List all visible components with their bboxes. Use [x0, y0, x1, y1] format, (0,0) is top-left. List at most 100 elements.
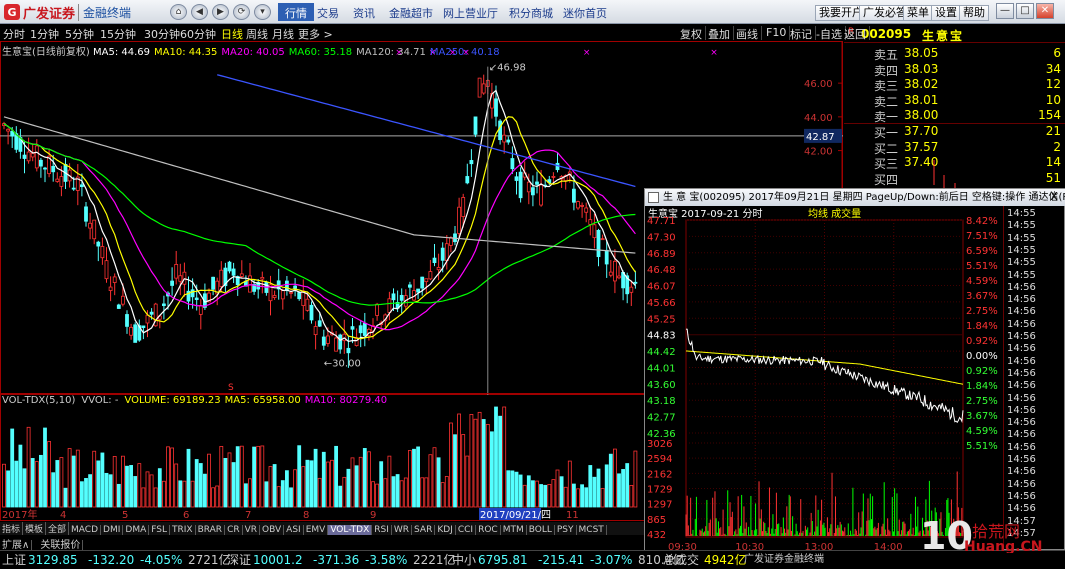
index-tab-19[interactable]: CCI	[456, 525, 477, 535]
index-tab-16[interactable]: WR	[392, 525, 413, 535]
nav-5[interactable]: 积分商城	[502, 3, 560, 21]
intraday-chart[interactable]: 生意宝 2017-09-21 分时 均线 成交量47.7147.3046.8946…	[645, 206, 1003, 551]
vol-bar-151	[621, 469, 625, 508]
tool-2[interactable]: 画线	[733, 26, 762, 41]
trade-time-8: 14:56	[1007, 306, 1036, 318]
index-tab-7[interactable]: TRIX	[170, 525, 196, 535]
total-value: 4942亿	[704, 553, 747, 567]
kline-title: 生意宝(日线前复权)	[2, 47, 93, 58]
vol-bar-144	[592, 476, 597, 508]
index-tab-17[interactable]: SAR	[412, 525, 436, 535]
tool-0[interactable]: 复权	[677, 26, 706, 41]
vol-bar-116	[477, 411, 482, 508]
price-tick-7: 44.83	[647, 331, 676, 342]
vol-bar-123	[506, 470, 511, 508]
index-tab-3[interactable]: MACD	[69, 525, 102, 535]
candle-body-115	[473, 116, 478, 135]
home-icon[interactable]: ⌂	[170, 4, 187, 20]
index-tab-9[interactable]: CR	[225, 525, 243, 535]
period-7[interactable]: 周线	[246, 26, 268, 42]
candle-body-1	[6, 128, 10, 132]
nav-1[interactable]: 交易	[310, 3, 346, 21]
nav-6[interactable]: 迷你首页	[556, 3, 614, 21]
index-tab-11[interactable]: OBV	[260, 525, 285, 535]
period-1[interactable]: 1分钟	[30, 26, 59, 42]
index-tab-23[interactable]: PSY	[555, 525, 577, 535]
index-tab-6[interactable]: FSL	[149, 525, 170, 535]
index-tab-13[interactable]: EMV	[304, 525, 329, 535]
index-tab-0[interactable]: 指标	[0, 522, 24, 535]
index-tab-21[interactable]: MTM	[501, 525, 527, 535]
index-tab-15[interactable]: RSI	[372, 525, 392, 535]
vol-bar-57	[235, 446, 240, 508]
period-4[interactable]: 30分钟	[144, 26, 180, 42]
index-tab-14[interactable]: VOL-TDX	[328, 525, 373, 535]
vol-bar-23	[96, 460, 101, 508]
index-tab-4[interactable]: DMI	[101, 525, 124, 535]
index-tab-10[interactable]: VR	[243, 525, 261, 535]
period-2[interactable]: 5分钟	[65, 26, 94, 42]
vol-bar-5	[22, 468, 27, 508]
popup-titlebar[interactable]: 生 意 宝(002095) 2017年09月21日 星期四 PageUp/Dow…	[645, 189, 1065, 206]
index-tab-5[interactable]: DMA	[123, 525, 150, 535]
vol-bar-95	[391, 476, 396, 508]
candle-body-68	[280, 290, 285, 300]
popup-close-icon[interactable]: X	[1046, 190, 1062, 205]
trade-time-21: 14:56	[1007, 466, 1036, 478]
index-tab-22[interactable]: BOLL	[527, 525, 555, 535]
maximize-icon[interactable]: □	[1016, 3, 1034, 19]
back-icon[interactable]: ◀	[191, 4, 208, 20]
index-tab-1[interactable]: 模板	[23, 522, 47, 535]
ma-ma250: MA250: 40.18	[429, 47, 500, 58]
minimize-icon[interactable]: —	[996, 3, 1014, 19]
candle-body-30	[125, 314, 129, 327]
candle-body-10	[43, 167, 47, 170]
candle-body-69	[284, 280, 289, 291]
vol-bar-70	[289, 487, 293, 508]
index-tab-24[interactable]: MCST	[577, 525, 607, 535]
vol-bar-77	[317, 477, 322, 508]
period-5[interactable]: 60分钟	[180, 26, 216, 42]
refresh-icon[interactable]: ⟳	[233, 4, 250, 20]
tool-4[interactable]: 标记	[787, 26, 816, 41]
index-tab-2[interactable]: 全部	[46, 522, 70, 535]
nav-4[interactable]: 网上营业厅	[436, 3, 505, 21]
period-0[interactable]: 分时	[3, 26, 25, 42]
index-tab-20[interactable]: ROC	[476, 525, 501, 535]
top-button-3[interactable]: 设置	[931, 5, 961, 21]
vol-bar-142	[584, 487, 589, 508]
period-3[interactable]: 15分钟	[100, 26, 136, 42]
vol-bar-106	[436, 457, 441, 508]
candle-body-41	[170, 280, 175, 286]
forward-icon[interactable]: ▶	[212, 4, 229, 20]
vol-bar-103	[424, 477, 429, 508]
pct-tick-14: 4.59%	[966, 426, 998, 437]
nav-2[interactable]: 资讯	[346, 3, 382, 21]
tool-1[interactable]: 叠加	[705, 26, 734, 41]
nav-3[interactable]: 金融超市	[382, 3, 440, 21]
vol-bar-59	[243, 483, 248, 508]
index-0-value: 3129.85	[28, 553, 78, 567]
index-tab-18[interactable]: KDJ	[435, 525, 456, 535]
index-tab-8[interactable]: BRAR	[196, 525, 226, 535]
candle-body-14	[59, 176, 64, 187]
title-bar: G 广发证券 金融终端 ⌂ ◀ ▶ ⟳ ▾ — □ ✕ 行情 交易 资讯 金融超市 网上…	[0, 0, 1065, 24]
price-tick-4: 46.07	[647, 282, 676, 293]
dropdown-icon[interactable]: ▾	[254, 4, 271, 20]
close-icon[interactable]: ✕	[1036, 3, 1054, 19]
vol-bar-25	[104, 472, 109, 508]
period-8[interactable]: 月线	[272, 26, 294, 42]
intraday-popup[interactable]: 生 意 宝(002095) 2017年09月21日 星期四 PageUp/Dow…	[644, 188, 1065, 551]
vol-bar-93	[383, 478, 388, 508]
trade-time-0: 14:55	[1007, 208, 1036, 219]
top-button-4[interactable]: 帮助	[959, 5, 989, 21]
nav-0[interactable]: 行情	[278, 3, 314, 21]
pct-tick-13: 3.67%	[966, 411, 998, 422]
period-6[interactable]: 日线	[221, 26, 243, 42]
top-button-2[interactable]: 菜单	[903, 5, 933, 21]
tool-6[interactable]: 返回	[841, 26, 870, 41]
vol-bar-115	[473, 418, 478, 508]
index-tab-12[interactable]: ASI	[284, 525, 304, 535]
trade-time-11: 14:56	[1007, 343, 1036, 355]
period-9[interactable]: 更多 >	[298, 26, 333, 42]
